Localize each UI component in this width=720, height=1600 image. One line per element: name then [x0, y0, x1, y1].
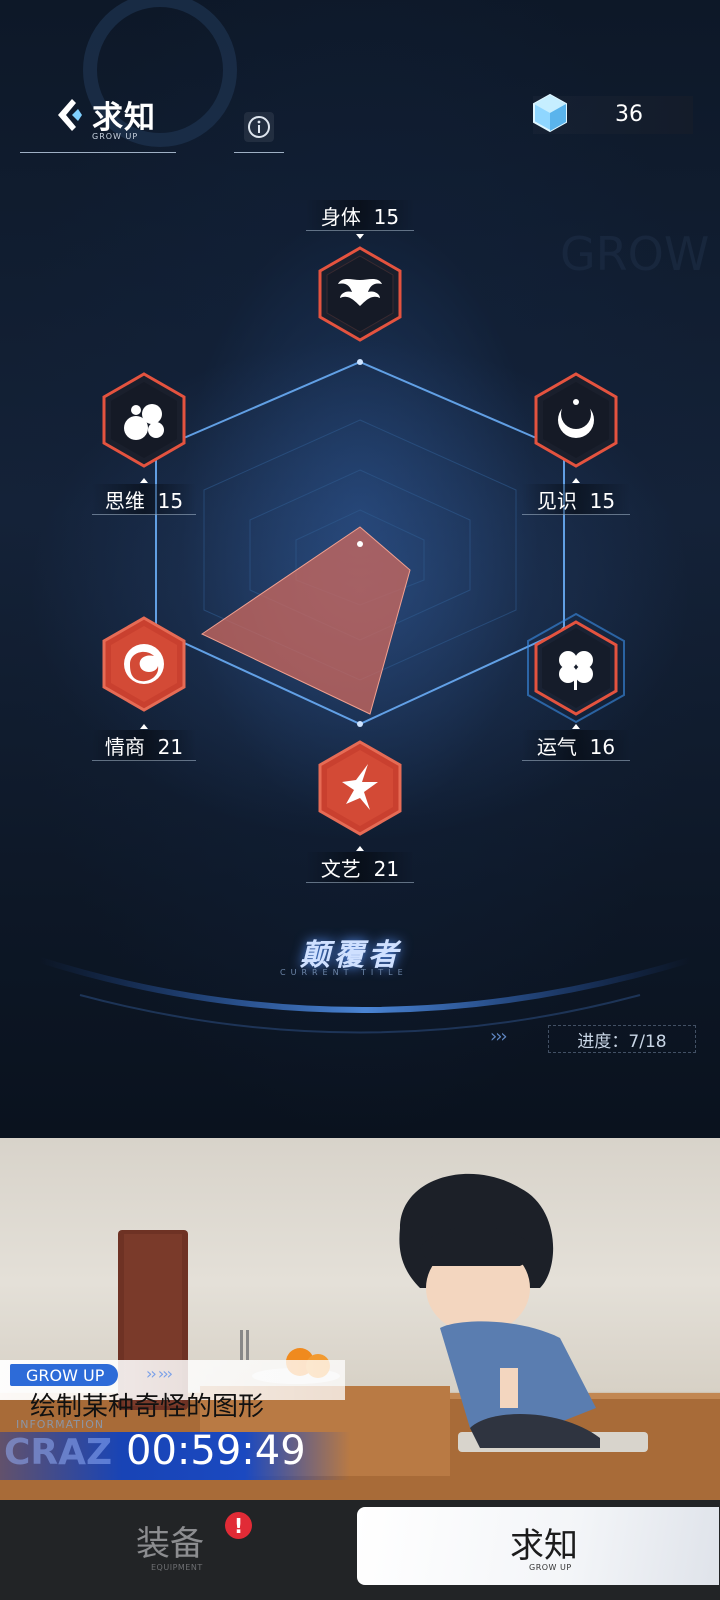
info-underline [234, 152, 284, 153]
page-header: 求知 [52, 92, 156, 137]
stat-label-body: 身体 15 [306, 200, 414, 231]
pointer-up-icon [572, 724, 580, 729]
chevron-right-icon: ›› ››› [146, 1364, 173, 1383]
stat-label-eq: 情商 21 [92, 730, 196, 761]
tab-grow-up-label: 求知 [510, 1526, 578, 1566]
alert-badge-icon: ! [225, 1512, 252, 1539]
stat-node-insight[interactable] [532, 372, 620, 468]
pointer-up-icon [572, 478, 580, 483]
stat-label-art: 文艺 21 [306, 852, 414, 883]
pointer-down-icon [356, 234, 364, 239]
back-arrow-icon[interactable] [52, 95, 86, 135]
pointer-up-icon [356, 846, 364, 851]
growth-panel: GROW UP 求知 GROW UP [0, 0, 720, 1138]
title-underline [20, 152, 176, 153]
info-button[interactable] [244, 112, 274, 142]
svg-text:GROW UP: GROW UP [560, 227, 720, 281]
tab-equipment-label: 装备 [136, 1524, 204, 1564]
stat-node-art[interactable] [316, 740, 404, 836]
tab-grow-up-sublabel: GROW UP [529, 1563, 572, 1572]
grow-up-tag: GROW UP [10, 1364, 118, 1386]
swirl-icon [124, 644, 164, 684]
tab-equipment-sublabel: EQUIPMENT [151, 1563, 203, 1572]
stat-node-luck[interactable] [524, 612, 628, 724]
stat-node-thinking[interactable] [100, 372, 188, 468]
timer-ghost-text: CRAZ [4, 1432, 113, 1473]
stat-label-luck: 运气 16 [522, 730, 630, 761]
chevron-right-icon: ››› [490, 1026, 508, 1047]
page-subtitle: GROW UP [92, 132, 139, 141]
crystal-gem-icon [533, 93, 567, 133]
page-title: 求知 [92, 100, 156, 136]
pointer-up-icon [140, 478, 148, 483]
stat-label-insight: 见识 15 [522, 484, 630, 515]
current-title-subtitle: CURRENT TITLE [280, 968, 408, 977]
information-label: INFORMATION [16, 1418, 105, 1431]
currency-counter: 36 [533, 93, 693, 134]
currency-value: 36 [615, 102, 643, 127]
info-icon [248, 116, 270, 138]
stat-node-eq[interactable] [100, 616, 188, 712]
stat-label-thinking: 思维 15 [92, 484, 196, 515]
pointer-up-icon [140, 724, 148, 729]
countdown-timer: 00:59:49 [126, 1428, 306, 1474]
stat-node-body[interactable] [316, 246, 404, 342]
progress-indicator: 进度：7/18 [548, 1025, 696, 1053]
